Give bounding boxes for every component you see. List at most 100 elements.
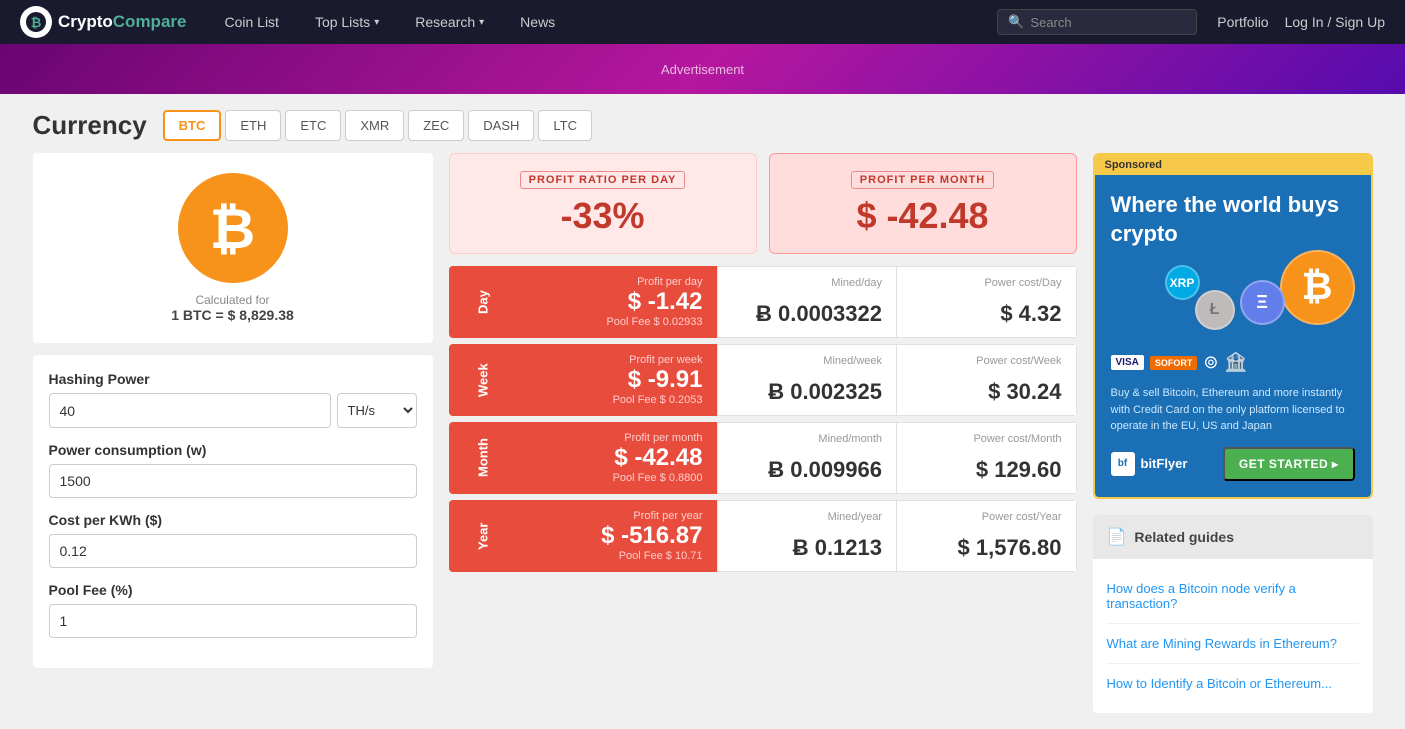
xrp-coin-icon: XRP bbox=[1165, 265, 1200, 300]
bitflyer-logo: bf bbox=[1111, 452, 1135, 476]
related-guides-header: 📄 Related guides bbox=[1093, 515, 1373, 559]
svg-text:₿: ₿ bbox=[31, 15, 42, 30]
profit-month-box: PROFIT PER MONTH $ -42.48 bbox=[769, 153, 1077, 254]
left-panel: ₿ Calculated for 1 BTC = $ 8,829.38 Hash… bbox=[33, 153, 433, 713]
nav-research[interactable]: Research ▾ bbox=[397, 0, 502, 44]
mined-cell: Mined/month Ƀ 0.009966 bbox=[717, 422, 898, 494]
stats-row-week: Week Profit per week $ -9.91 Pool Fee $ … bbox=[449, 344, 1077, 416]
nav-top-lists[interactable]: Top Lists ▾ bbox=[297, 0, 397, 44]
navigation: ₿ CryptoCompare Coin List Top Lists ▾ Re… bbox=[0, 0, 1405, 44]
currency-tabs: BTCETHETCXMRZECDASHLTC bbox=[163, 110, 592, 141]
profit-cell: Profit per year $ -516.87 Pool Fee $ 10.… bbox=[517, 500, 717, 572]
coin-icon: ₿ bbox=[178, 173, 288, 283]
related-guides-label: Related guides bbox=[1134, 529, 1234, 545]
nav-links: Coin List Top Lists ▾ Research ▾ News bbox=[206, 0, 997, 44]
period-label: Week bbox=[449, 344, 517, 416]
hashing-power-input[interactable] bbox=[49, 393, 331, 428]
search-box: 🔍 bbox=[997, 9, 1197, 35]
currency-tab-dash[interactable]: DASH bbox=[468, 110, 534, 141]
nav-news[interactable]: News bbox=[502, 0, 573, 44]
cost-kwh-input[interactable] bbox=[49, 534, 417, 568]
power-consumption-group: Power consumption (w) bbox=[49, 442, 417, 498]
power-label: Power cost/Year bbox=[911, 511, 1062, 523]
page: Currency BTCETHETCXMRZECDASHLTC ₿ Calcul… bbox=[13, 94, 1393, 729]
currency-tab-zec[interactable]: ZEC bbox=[408, 110, 464, 141]
profit-label: Profit per year bbox=[531, 510, 703, 522]
hashing-power-label: Hashing Power bbox=[49, 371, 417, 387]
mined-cell: Mined/year Ƀ 0.1213 bbox=[717, 500, 898, 572]
mined-label: Mined/week bbox=[732, 355, 883, 367]
search-input[interactable] bbox=[1030, 15, 1186, 30]
power-cell: Power cost/Month $ 129.60 bbox=[897, 422, 1077, 494]
document-icon: 📄 bbox=[1107, 527, 1127, 547]
pool-fee-input[interactable] bbox=[49, 604, 417, 638]
guide-item-2[interactable]: How to Identify a Bitcoin or Ethereum... bbox=[1107, 664, 1359, 703]
power-label: Power cost/Day bbox=[911, 277, 1062, 289]
power-consumption-input[interactable] bbox=[49, 464, 417, 498]
bank-logo: 🏦 bbox=[1224, 352, 1246, 373]
power-consumption-label: Power consumption (w) bbox=[49, 442, 417, 458]
ad-description: Buy & sell Bitcoin, Ethereum and more in… bbox=[1111, 385, 1355, 435]
cost-kwh-group: Cost per KWh ($) bbox=[49, 512, 417, 568]
period-label: Year bbox=[449, 500, 517, 572]
login-link[interactable]: Log In / Sign Up bbox=[1285, 14, 1385, 30]
profit-label: Profit per month bbox=[531, 432, 703, 444]
profit-month-label: PROFIT PER MONTH bbox=[851, 171, 994, 189]
coin-card: ₿ Calculated for 1 BTC = $ 8,829.38 bbox=[33, 153, 433, 343]
power-cell: Power cost/Day $ 4.32 bbox=[897, 266, 1077, 338]
power-label: Power cost/Week bbox=[911, 355, 1062, 367]
power-value: $ 1,576.80 bbox=[911, 535, 1062, 561]
coin-calc-label: Calculated for bbox=[53, 293, 413, 307]
ad-sponsored-label: Sponsored bbox=[1095, 155, 1371, 175]
chevron-down-icon: ▾ bbox=[479, 17, 484, 28]
pool-fee-label: Pool Fee (%) bbox=[49, 582, 417, 598]
eth-coin-icon: Ξ bbox=[1240, 280, 1285, 325]
currency-tab-btc[interactable]: BTC bbox=[163, 110, 222, 141]
nav-coin-list[interactable]: Coin List bbox=[206, 0, 296, 44]
profit-cell: Profit per day $ -1.42 Pool Fee $ 0.0293… bbox=[517, 266, 717, 338]
ad-content: Where the world buys crypto ₿ Ξ Ł XRP VI… bbox=[1095, 175, 1371, 497]
guide-item-1[interactable]: What are Mining Rewards in Ethereum? bbox=[1107, 624, 1359, 664]
nav-right: Portfolio Log In / Sign Up bbox=[1217, 14, 1385, 30]
currency-header: Currency BTCETHETCXMRZECDASHLTC bbox=[33, 110, 1373, 141]
guide-item-0[interactable]: How does a Bitcoin node verify a transac… bbox=[1107, 569, 1359, 624]
power-value: $ 4.32 bbox=[911, 301, 1062, 327]
ad-headline: Where the world buys crypto bbox=[1111, 191, 1355, 248]
period-label: Month bbox=[449, 422, 517, 494]
mined-label: Mined/month bbox=[732, 433, 883, 445]
profit-value: $ -516.87 bbox=[531, 522, 703, 550]
mined-label: Mined/day bbox=[732, 277, 883, 289]
pool-fee: Pool Fee $ 0.2053 bbox=[531, 394, 703, 406]
logo-icon: ₿ bbox=[20, 6, 52, 38]
stats-row-day: Day Profit per day $ -1.42 Pool Fee $ 0.… bbox=[449, 266, 1077, 338]
currency-tab-xmr[interactable]: XMR bbox=[345, 110, 404, 141]
center-panel: PROFIT RATIO PER DAY -33% PROFIT PER MON… bbox=[449, 153, 1077, 713]
right-panel: Sponsored Where the world buys crypto ₿ … bbox=[1093, 153, 1373, 713]
currency-tab-eth[interactable]: ETH bbox=[225, 110, 281, 141]
guides-list: How does a Bitcoin node verify a transac… bbox=[1093, 559, 1373, 713]
sofort-logo: SOFORT bbox=[1150, 356, 1198, 370]
mined-label: Mined/year bbox=[732, 511, 883, 523]
currency-tab-ltc[interactable]: LTC bbox=[538, 110, 592, 141]
profit-month-value: $ -42.48 bbox=[790, 195, 1056, 237]
mined-cell: Mined/day Ƀ 0.0003322 bbox=[717, 266, 898, 338]
cost-kwh-label: Cost per KWh ($) bbox=[49, 512, 417, 528]
logo[interactable]: ₿ CryptoCompare bbox=[20, 6, 186, 38]
banner: Advertisement bbox=[0, 44, 1405, 94]
main-content: ₿ Calculated for 1 BTC = $ 8,829.38 Hash… bbox=[33, 153, 1373, 713]
profit-value: $ -42.48 bbox=[531, 444, 703, 472]
hashing-power-group: Hashing Power TH/s GH/s MH/s bbox=[49, 371, 417, 428]
form-panel: Hashing Power TH/s GH/s MH/s Power consu… bbox=[33, 355, 433, 668]
ad-cta-button[interactable]: GET STARTED ▸ bbox=[1223, 447, 1355, 481]
ad-footer: bf bitFlyer GET STARTED ▸ bbox=[1111, 447, 1355, 481]
mc-logo: ⊚ bbox=[1203, 352, 1218, 373]
portfolio-link[interactable]: Portfolio bbox=[1217, 14, 1268, 30]
stats-row-month: Month Profit per month $ -42.48 Pool Fee… bbox=[449, 422, 1077, 494]
profit-ratio-label: PROFIT RATIO PER DAY bbox=[520, 171, 686, 189]
mined-value: Ƀ 0.0003322 bbox=[732, 301, 883, 327]
page-title: Currency bbox=[33, 110, 147, 141]
currency-tab-etc[interactable]: ETC bbox=[285, 110, 341, 141]
hashing-unit-select[interactable]: TH/s GH/s MH/s bbox=[337, 393, 417, 428]
power-cell: Power cost/Year $ 1,576.80 bbox=[897, 500, 1077, 572]
stats-table: Day Profit per day $ -1.42 Pool Fee $ 0.… bbox=[449, 266, 1077, 572]
